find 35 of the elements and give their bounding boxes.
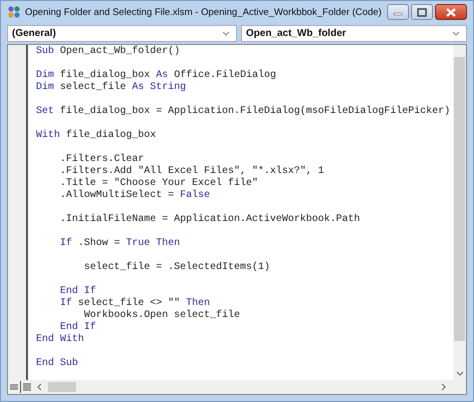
scroll-thumb[interactable] <box>454 57 465 341</box>
full-module-view-icon[interactable] <box>20 381 33 393</box>
code-line: Dim select_file As String <box>36 82 188 94</box>
code-line: End With <box>36 334 86 346</box>
code-line: If .Show = True Then <box>59 236 182 250</box>
code-line: .Title = "Choose Your Excel file" <box>59 178 260 190</box>
code-line: If select_file <> "" Then <box>59 298 212 310</box>
code-line: .Filters.Clear <box>59 152 146 166</box>
code-line: Workbooks.Open select_file <box>83 310 242 322</box>
procedure-dropdown[interactable]: Open_act_Wb_folder <box>241 25 467 42</box>
code-line: With file_dialog_box <box>36 128 158 142</box>
caret-icon <box>222 31 230 36</box>
maximize-icon <box>417 8 427 16</box>
code-line: .Filters.Add "All Excel Files", "*.xlsx?", 1 <box>59 166 326 178</box>
close-icon <box>446 8 456 16</box>
scroll-thumb[interactable] <box>48 382 76 392</box>
code-line: Dim file_dialog_box As Office.FileDialog <box>36 68 278 82</box>
code-line: End If <box>59 284 98 298</box>
code-line: .InitialFileName = Application.ActiveWorkbook.Path <box>59 212 362 226</box>
code-line: select_file = .SelectedItems(1) <box>83 260 272 274</box>
code-line: .AllowMultiSelect = False <box>59 190 212 202</box>
scroll-down-icon[interactable] <box>456 371 464 376</box>
code-line: End If <box>59 322 98 334</box>
maximize-button[interactable] <box>411 4 433 20</box>
code-line: End Sub <box>36 356 80 370</box>
scroll-left-icon[interactable] <box>37 383 42 391</box>
scroll-right-icon[interactable] <box>441 383 446 391</box>
caret-icon <box>452 31 460 36</box>
app-icon <box>7 5 21 19</box>
vertical-scrollbar[interactable] <box>453 45 466 380</box>
code-line: Set file_dialog_box = Application.FileDialog(msoFileDialogFilePicker) <box>36 104 452 118</box>
code-line: Sub Open_act_Wb_folder() <box>36 46 182 58</box>
object-dropdown[interactable]: (General) <box>7 25 237 42</box>
window-title: Opening Folder and Selecting File.xlsm - Opening_Active_Workbbok_Folder (Code) <box>25 6 383 18</box>
close-button[interactable] <box>435 4 467 20</box>
